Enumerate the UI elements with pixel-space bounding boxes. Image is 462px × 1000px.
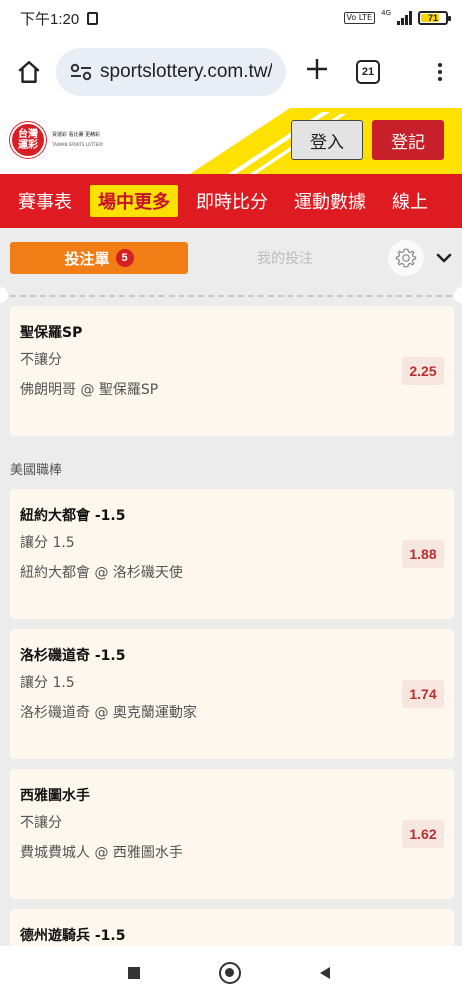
slip-divider (0, 286, 462, 306)
home-icon (18, 61, 40, 83)
nav-item-live-scores[interactable]: 即時比分 (188, 185, 276, 217)
login-button[interactable]: 登入 (291, 120, 363, 160)
plus-icon (307, 59, 327, 79)
url-text: sportslottery.com.tw/ (100, 61, 272, 82)
bet-odds[interactable]: 1.88 (402, 540, 444, 568)
site-header: 台灣 運彩 買運彩 看比賽 更精彩 TAIWAN SPORTS LOTTERY 登… (0, 108, 462, 174)
main-nav: 賽事表 場中更多 即時比分 運動數據 線上 (0, 174, 462, 228)
logo-text: 買運彩 看比賽 更精彩 TAIWAN SPORTS LOTTERY (52, 132, 104, 147)
bet-selection: 洛杉磯道奇 -1.5 (20, 648, 126, 664)
network-type: 4G (381, 9, 391, 17)
back-icon[interactable] (318, 966, 332, 980)
group-label: 美國職棒 (10, 463, 63, 478)
bet-market: 不讓分 (20, 815, 62, 831)
status-time: 下午1:20 (20, 10, 80, 28)
nav-item-schedule[interactable]: 賽事表 (10, 185, 80, 217)
tab-my-bets[interactable]: 我的投注 (210, 242, 360, 274)
chevron-down-icon[interactable] (434, 248, 454, 268)
bet-event: 洛杉磯道奇 @ 奧克蘭運動家 (20, 705, 197, 721)
bet-odds[interactable]: 1.74 (402, 680, 444, 708)
status-icons: Vo LTE 4G 71 (343, 9, 451, 25)
volte-icon: Vo LTE (343, 12, 376, 24)
tab-bet-slip[interactable]: 投注單 5 (10, 242, 188, 274)
new-tab-button[interactable] (300, 55, 334, 89)
bet-event: 佛朗明哥 @ 聖保羅SP (20, 382, 159, 398)
nav-item-online[interactable]: 線上 (384, 185, 436, 217)
site-logo[interactable]: 台灣 運彩 買運彩 看比賽 更精彩 TAIWAN SPORTS LOTTERY (10, 122, 103, 158)
bet-card[interactable]: 聖保羅SP 不讓分 佛朗明哥 @ 聖保羅SP 2.25 (10, 306, 454, 436)
home-button[interactable] (12, 55, 46, 89)
tab-count: 21 (361, 66, 375, 78)
bet-list: 聖保羅SP 不讓分 佛朗明哥 @ 聖保羅SP 2.25 美國職棒 紐約大都會 -… (0, 306, 462, 946)
browser-toolbar: sportslottery.com.tw/ 21 (0, 36, 462, 108)
tune-icon[interactable] (70, 63, 92, 81)
bet-event: 紐約大都會 @ 洛杉磯天使 (20, 565, 183, 581)
logo-badge: 台灣 運彩 (10, 122, 46, 158)
tab-bet-slip-label: 投注單 (64, 249, 110, 268)
bet-market: 讓分 1.5 (20, 675, 75, 691)
status-bar: 下午1:20 Vo LTE 4G 71 (0, 0, 462, 36)
bet-event: 費城費城人 @ 西雅圖水手 (20, 845, 183, 861)
bet-odds[interactable]: 2.25 (402, 357, 444, 385)
bet-market: 讓分 1.5 (20, 535, 75, 551)
nav-item-live-more[interactable]: 場中更多 (90, 185, 178, 217)
bet-selection: 紐約大都會 -1.5 (20, 508, 126, 524)
bet-odds[interactable]: 1.62 (402, 820, 444, 848)
nav-item-sports-data[interactable]: 運動數據 (286, 185, 374, 217)
bet-card[interactable]: 德州遊騎兵 -1.5 (10, 909, 454, 946)
signal-icon (397, 11, 412, 25)
bet-card[interactable]: 紐約大都會 -1.5 讓分 1.5 紐約大都會 @ 洛杉磯天使 1.88 (10, 489, 454, 619)
battery-level: 71 (427, 13, 438, 23)
bet-selection: 德州遊騎兵 -1.5 (20, 928, 126, 944)
settings-button[interactable] (388, 240, 424, 276)
bet-card[interactable]: 洛杉磯道奇 -1.5 讓分 1.5 洛杉磯道奇 @ 奧克蘭運動家 1.74 (10, 629, 454, 759)
tabs-button[interactable]: 21 (356, 60, 380, 84)
home-nav-icon[interactable] (219, 962, 241, 984)
bet-market: 不讓分 (20, 352, 62, 368)
photo-icon (87, 11, 99, 25)
battery-icon: 71 (418, 11, 451, 25)
register-button[interactable]: 登記 (372, 120, 444, 160)
slip-count-badge: 5 (115, 249, 134, 267)
bet-selection: 聖保羅SP (20, 325, 83, 341)
bet-selection: 西雅圖水手 (20, 788, 90, 804)
gear-icon (395, 248, 417, 268)
system-nav-bar (0, 946, 462, 1000)
bet-card[interactable]: 西雅圖水手 不讓分 費城費城人 @ 西雅圖水手 1.62 (10, 769, 454, 899)
more-vert-icon[interactable] (430, 63, 450, 81)
address-bar[interactable]: sportslottery.com.tw/ (56, 48, 286, 96)
recents-icon[interactable] (128, 967, 140, 979)
